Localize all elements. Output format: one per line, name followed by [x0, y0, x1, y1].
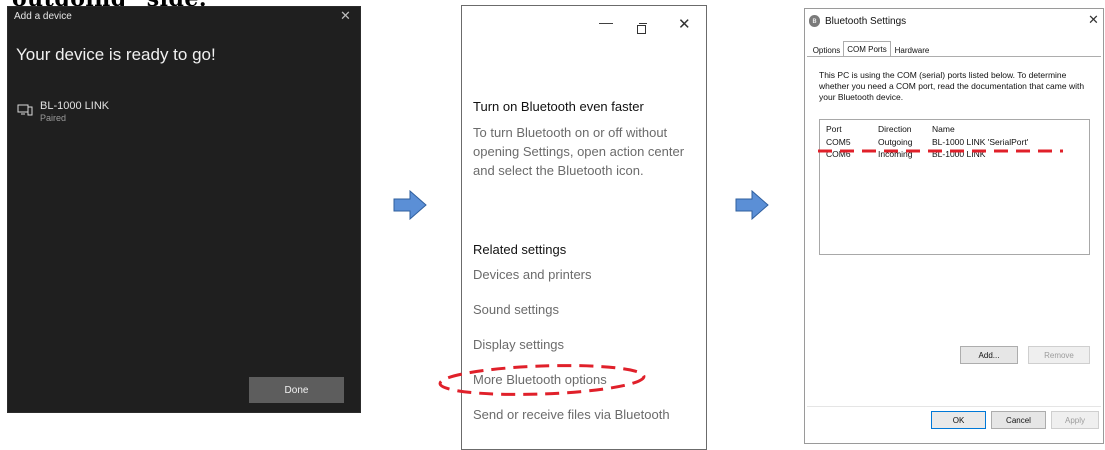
annotation-layer: [438, 149, 1063, 396]
highlight-ellipse: [438, 364, 646, 396]
